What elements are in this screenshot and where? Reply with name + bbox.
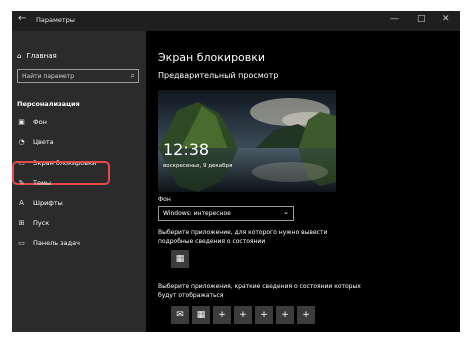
close-button[interactable]: ✕ [442,14,450,24]
quick-app-tile-calendar[interactable]: ▦ [192,306,210,324]
preview-heading: Предварительный просмотр [158,71,279,80]
quick-apps-label: Выберите приложения, краткие сведения о … [158,283,361,299]
background-label: Фон [158,196,171,203]
detail-app-tile[interactable]: ▦ [171,250,189,268]
sidebar-item-start[interactable]: ⊞ Пуск [17,219,50,227]
quick-app-add-button[interactable]: + [276,306,294,324]
home-link[interactable]: ⌂ Главная [17,52,57,60]
sidebar-item-label: Фон [33,118,47,126]
lock-screen-preview: 12:38 воскресенье, 9 декабря [158,90,336,192]
mail-icon: ✉ [176,310,184,320]
palette-icon: ◔ [18,138,25,146]
calendar-icon: ▦ [175,254,185,264]
font-icon: A [19,199,24,207]
quick-app-add-button[interactable]: + [297,306,315,324]
search-placeholder: Найти параметр [22,73,74,80]
brush-icon: ✎ [18,179,25,187]
sidebar-item-label: Шрифты [33,199,63,207]
start-icon: ⊞ [18,219,25,227]
image-icon: ▣ [18,118,25,126]
home-label: Главная [26,52,57,60]
quick-app-tile-mail[interactable]: ✉ [171,306,189,324]
sidebar-item-label: Цвета [33,138,54,146]
settings-window: ← Параметры — □ ✕ ⌂ Главная Найти параме… [12,11,460,332]
preview-clock: 12:38 [163,140,210,159]
minimize-button[interactable]: — [390,14,399,24]
search-input[interactable]: Найти параметр ⌕ [17,69,139,83]
sidebar-item-label: Темы [33,179,52,187]
detail-app-label: Выберите приложение, для которого нужно … [158,229,328,245]
preview-date: воскресенье, 9 декабря [163,163,233,169]
quick-app-add-button[interactable]: + [234,306,252,324]
sidebar: ⌂ Главная Найти параметр ⌕ Персонализаци… [12,31,146,332]
chevron-down-icon: ⌄ [283,208,289,216]
sidebar-item-fonts[interactable]: A Шрифты [17,199,63,207]
background-dropdown-value: Windows: интересное [163,210,231,217]
maximize-button[interactable]: □ [417,14,426,24]
back-arrow-icon[interactable]: ← [18,13,26,24]
sidebar-item-themes[interactable]: ✎ Темы [17,179,51,187]
window-title: Параметры [36,16,75,24]
sidebar-item-colors[interactable]: ◔ Цвета [17,138,54,146]
title-bar: ← Параметры — □ ✕ [12,11,460,31]
main-content: Экран блокировки Предварительный просмот… [146,31,460,332]
calendar-icon: ▦ [196,310,206,320]
sidebar-item-label: Пуск [33,219,50,227]
search-icon[interactable]: ⌕ [131,71,135,81]
page-title: Экран блокировки [158,51,266,64]
quick-app-add-button[interactable]: + [255,306,273,324]
sidebar-item-taskbar[interactable]: ▭ Панель задач [17,239,80,247]
taskbar-icon: ▭ [18,239,25,247]
sidebar-item-label: Панель задач [33,239,80,247]
background-dropdown[interactable]: Windows: интересное ⌄ [158,206,294,221]
quick-app-add-button[interactable]: + [213,306,231,324]
home-icon: ⌂ [17,52,22,60]
section-title: Персонализация [17,100,80,108]
sidebar-item-background[interactable]: ▣ Фон [17,118,47,126]
